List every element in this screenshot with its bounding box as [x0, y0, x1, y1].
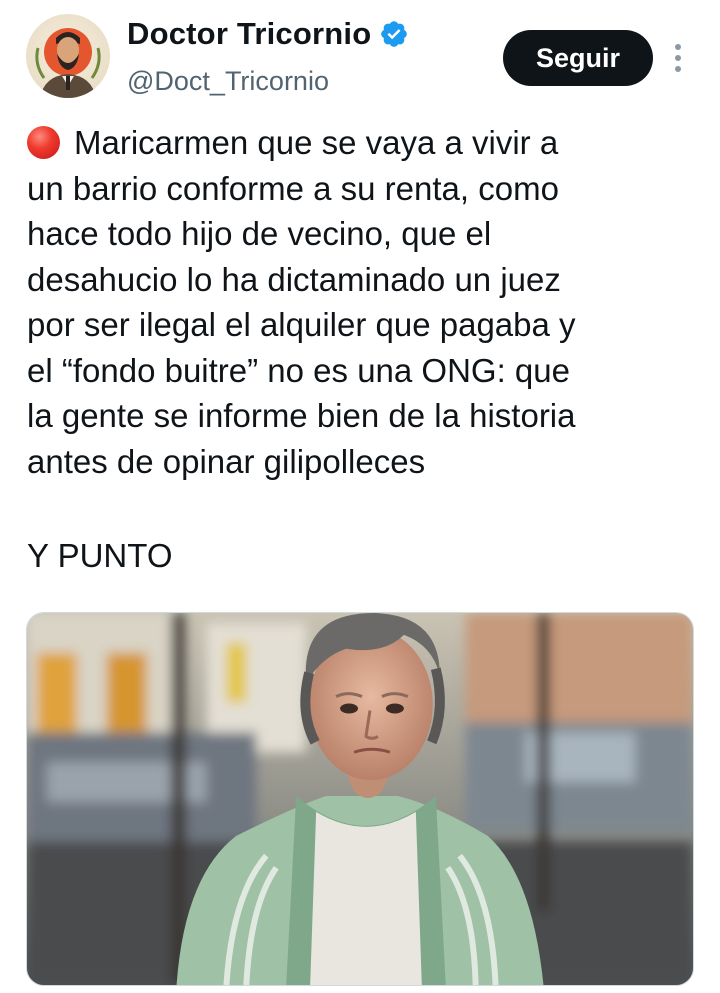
bearded-man-portrait-avatar-icon — [26, 14, 110, 98]
follow-button[interactable]: Seguir — [503, 30, 653, 86]
tweet-body: Maricarmen que se vaya a vivir a un barr… — [27, 120, 707, 484]
verified-badge-icon — [379, 19, 409, 49]
author-display-name[interactable]: Doctor Tricornio — [127, 16, 371, 52]
author-display-name-row[interactable]: Doctor Tricornio — [127, 16, 409, 52]
tweet-text: Maricarmen que se vaya a vivir a un barr… — [27, 124, 576, 480]
elderly-woman-street-photo-image — [27, 613, 693, 985]
red-circle-emoji-icon — [27, 126, 60, 159]
tweet-photo[interactable] — [26, 612, 694, 986]
vertical-ellipsis-icon[interactable] — [668, 40, 688, 76]
author-handle[interactable]: @Doct_Tricornio — [127, 66, 329, 97]
tweet-closing-line: Y PUNTO — [27, 537, 173, 574]
author-avatar[interactable] — [26, 14, 110, 98]
